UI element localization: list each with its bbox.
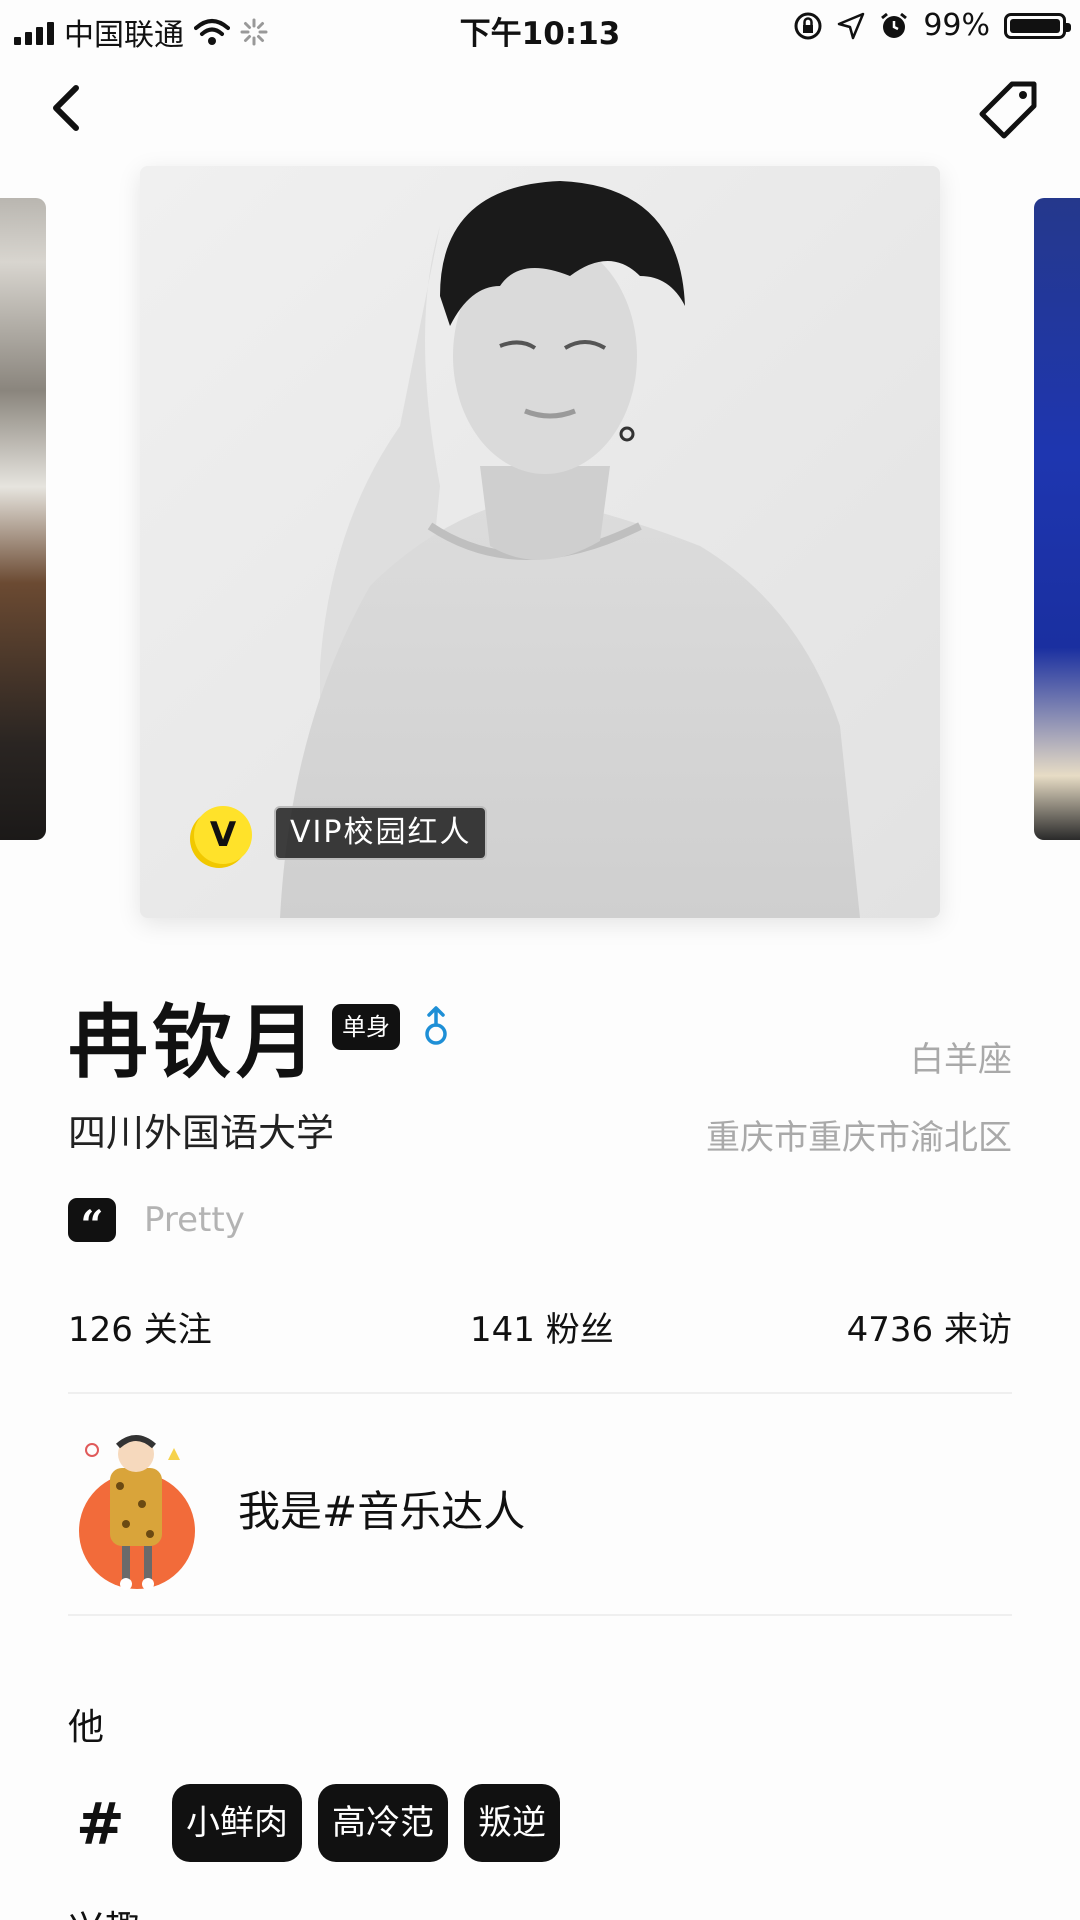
rotation-lock-icon [794,12,822,39]
location-text: 重庆市重庆市渝北区 [706,1118,1012,1158]
tag-list: 小鲜肉 高冷范 叛逆 [172,1784,560,1862]
back-icon[interactable] [40,78,100,138]
divider [68,1614,1012,1616]
status-bar: 中国联通 下午10:13 99% [0,0,1080,56]
tag-icon[interactable] [974,78,1040,144]
alarm-icon [881,12,908,38]
following-value: 126 [68,1310,133,1350]
profile-screen: 中国联通 下午10:13 99% V VIP校园红人 冉钦月 单身 白羊座 四川… [0,0,1080,1920]
next-photo-preview[interactable] [1034,198,1080,840]
vip-label: VIP校园红人 [274,806,488,860]
following-count[interactable]: 126 关注 [68,1302,212,1351]
profile-photo[interactable] [140,166,940,918]
followers-label: 粉丝 [545,1310,614,1350]
quote-icon: “ [68,1198,116,1249]
zodiac-sign: 白羊座 [910,1040,1012,1080]
divider [68,1392,1012,1394]
tag-chip[interactable]: 叛逆 [464,1784,560,1862]
previous-photo-preview[interactable] [0,198,46,840]
status-right: 99% [793,8,1071,43]
relationship-status-badge: 单身 [332,1004,400,1050]
male-gender-icon [425,1006,447,1045]
hash-icon: # [76,1790,125,1858]
profile-photo-portrait [140,166,940,918]
location-arrow-icon [838,12,865,39]
stats-row: 126 关注 141 粉丝 4736 来访 [68,1302,1012,1352]
followers-value: 141 [470,1310,535,1350]
user-name: 冉钦月 [68,996,320,1089]
section-title-interests: 兴趣 [68,1900,140,1920]
visitors-label: 来访 [944,1310,1012,1350]
school-name: 四川外国语大学 [68,1111,335,1155]
followers-count[interactable]: 141 粉丝 [470,1302,614,1351]
badge-title[interactable]: 我是#音乐达人 [238,1478,525,1539]
music-badge-icon[interactable] [68,1424,206,1594]
battery-icon [1004,12,1071,39]
vip-badge-icon: V [194,806,252,864]
tag-chip[interactable]: 高冷范 [318,1784,448,1862]
section-title-he: 他 [68,1707,105,1748]
following-label: 关注 [143,1310,212,1350]
bio-text: Pretty [144,1200,245,1240]
visitors-value: 4736 [846,1310,934,1350]
battery-percent: 99% [923,8,990,43]
visitors-count[interactable]: 4736 来访 [847,1302,1012,1351]
tag-chip[interactable]: 小鲜肉 [172,1784,302,1862]
